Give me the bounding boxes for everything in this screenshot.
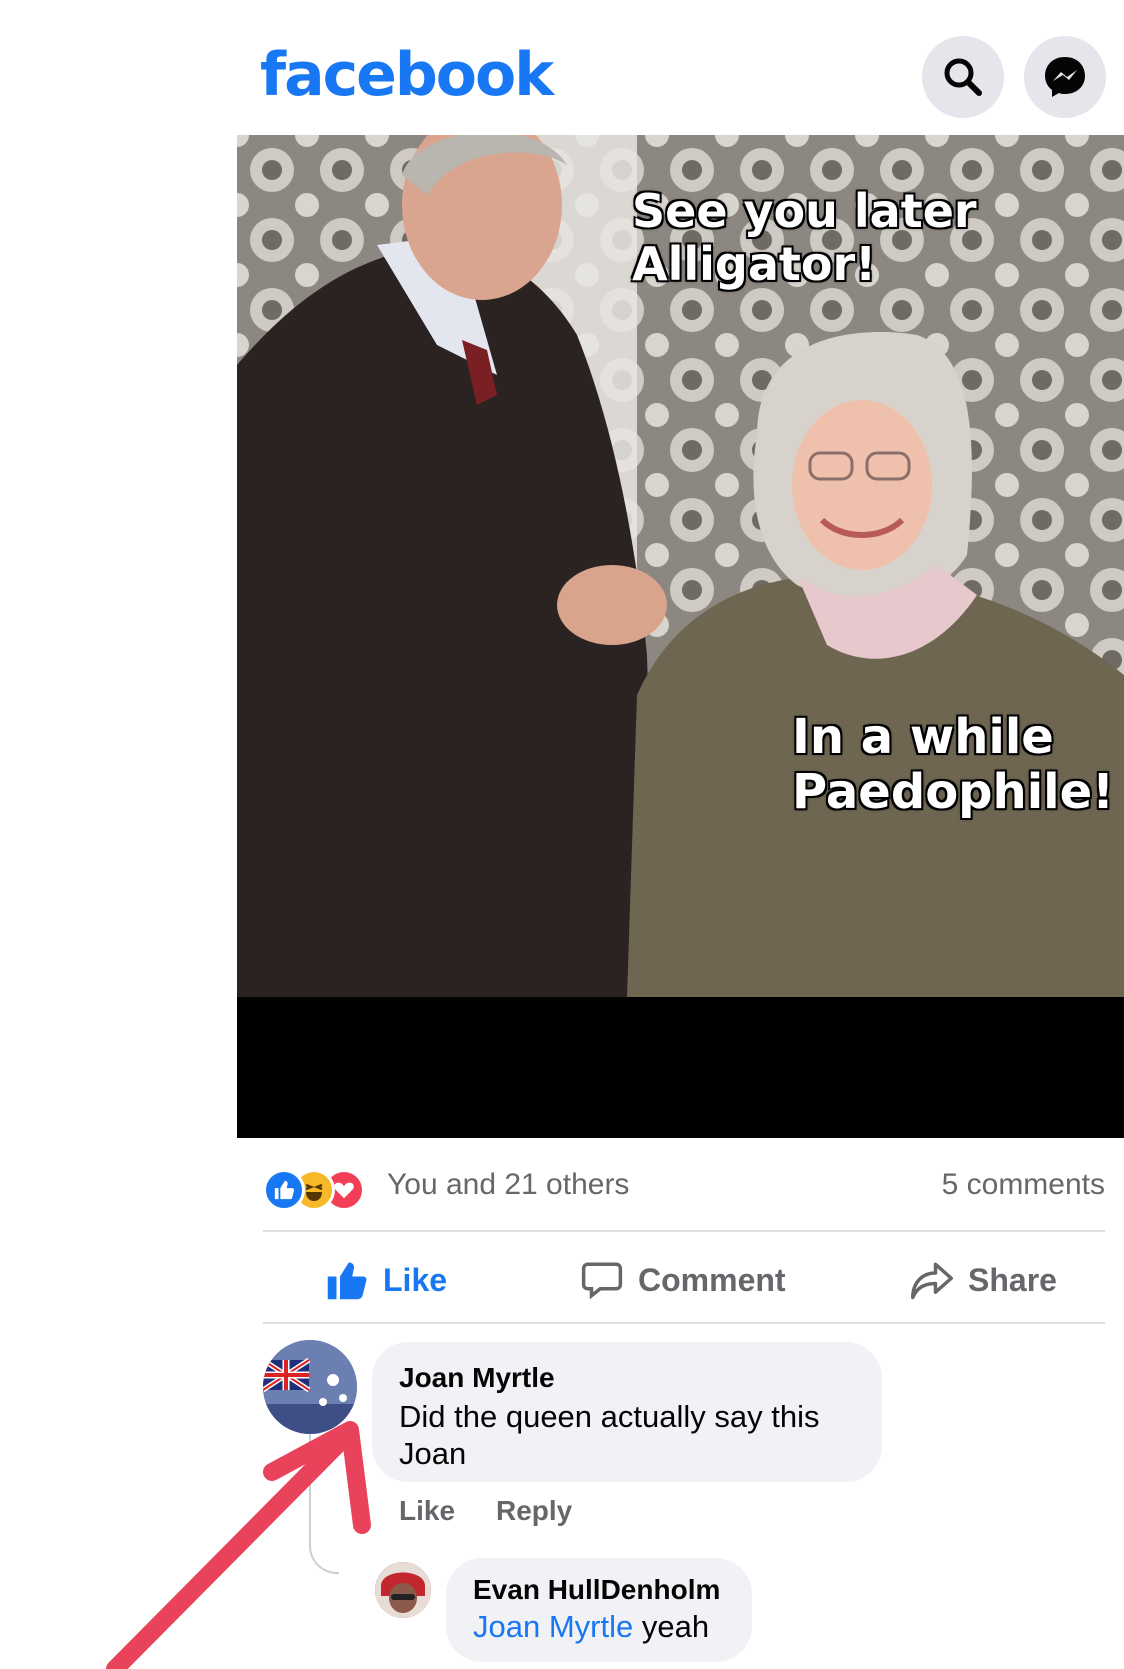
red-arrow-annotation xyxy=(106,1421,371,1669)
like-reaction-icon xyxy=(263,1169,305,1211)
